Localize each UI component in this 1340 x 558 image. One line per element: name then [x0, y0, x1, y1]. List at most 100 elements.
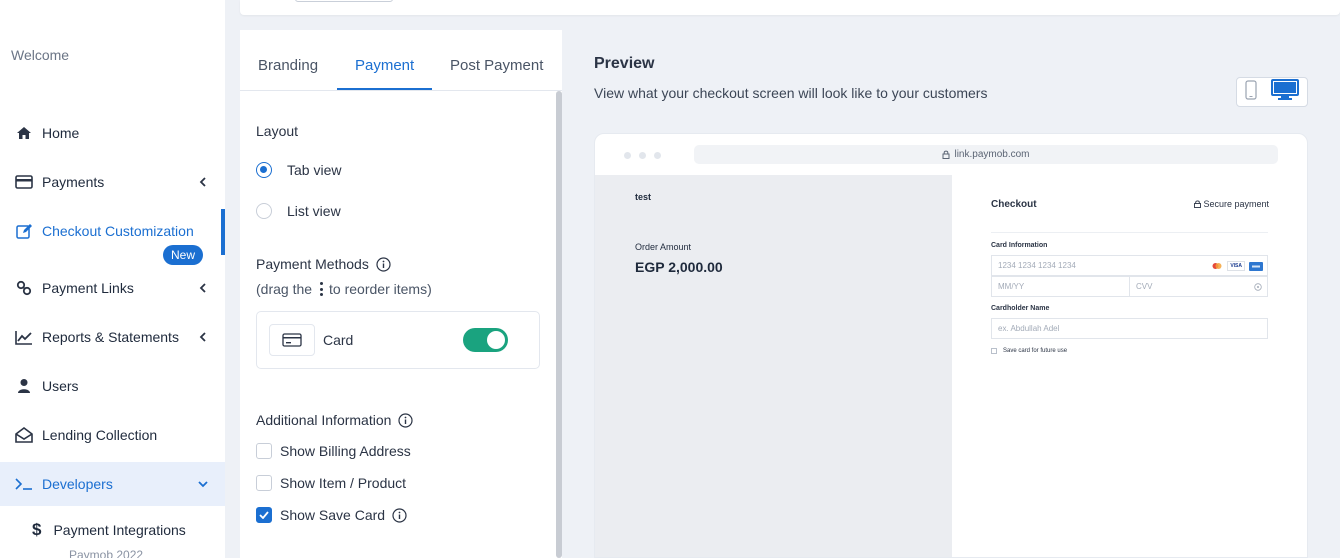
sidebar-item-developers[interactable]: Developers [0, 462, 225, 506]
tab-post-payment[interactable]: Post Payment [450, 57, 543, 74]
tab-active-indicator [337, 88, 432, 90]
card-toggle[interactable] [463, 328, 508, 352]
sidebar-item-home[interactable]: Home [0, 111, 225, 155]
preview-browser: link.paymob.com test Order Amount EGP 2,… [594, 133, 1308, 558]
checkbox-label: Show Save Card [280, 507, 386, 523]
checkbox-save-card[interactable] [256, 507, 272, 523]
chevron-left-icon[interactable] [197, 282, 209, 294]
layout-option-list-view[interactable]: List view [256, 203, 341, 219]
lock-icon [1194, 200, 1202, 208]
new-badge: New [163, 245, 204, 265]
link-icon [14, 278, 34, 298]
mastercard-icon [1212, 263, 1222, 269]
amex-icon [1249, 261, 1263, 271]
sidebar-item-reports-statements[interactable]: Reports & Statements [0, 315, 225, 359]
sidebar-item-label: Checkout Customization [42, 223, 194, 239]
cvv-input[interactable]: CVV [1129, 276, 1268, 297]
panel-scrollbar[interactable] [556, 91, 562, 558]
cardholder-name-input[interactable]: ex. Abdullah Adel [991, 318, 1268, 339]
sidebar-subitem-note: Paymob 2022 [69, 548, 144, 558]
save-card-option[interactable]: Save card for future use [991, 348, 1067, 354]
sidebar-item-payment-links[interactable]: Payment Links [0, 266, 225, 310]
radio-tab-view[interactable] [256, 162, 272, 178]
checkout-title: Checkout [991, 199, 1037, 210]
checkout-pane: Checkout Secure payment Card Information… [952, 175, 1307, 557]
sidebar-item-label: Home [42, 125, 80, 141]
checkout-divider [991, 232, 1268, 233]
sidebar-item-label: Lending Collection [42, 427, 158, 443]
url-bar: link.paymob.com [694, 145, 1278, 164]
chevron-left-icon[interactable] [197, 331, 209, 343]
card-number-placeholder: 1234 1234 1234 1234 [998, 261, 1076, 270]
mobile-icon[interactable] [1245, 79, 1257, 105]
window-dots [624, 152, 661, 159]
edit-icon [14, 221, 34, 241]
tab-payment[interactable]: Payment [355, 57, 414, 74]
tab-branding[interactable]: Branding [258, 57, 318, 74]
payment-methods-title: Payment Methods [256, 256, 391, 272]
url-text: link.paymob.com [954, 149, 1030, 160]
desktop-icon[interactable] [1271, 78, 1299, 106]
info-icon[interactable] [376, 256, 391, 272]
visa-icon: VISA [1227, 261, 1245, 271]
welcome-text: Welcome [11, 47, 70, 63]
card-information-label: Card Information [991, 242, 1048, 249]
credit-card-icon [14, 172, 34, 192]
radio-label: Tab view [287, 162, 342, 178]
layout-title-text: Layout [256, 123, 299, 139]
payment-methods-title-text: Payment Methods [256, 256, 369, 272]
drag-hint-after: to reorder items) [329, 281, 432, 297]
sidebar-item-users[interactable]: Users [0, 364, 225, 408]
drag-handle-icon [320, 282, 324, 296]
cvv-placeholder: CVV [1136, 282, 1153, 291]
info-icon[interactable] [398, 412, 414, 428]
info-icon[interactable] [392, 507, 407, 523]
settings-panel: Branding Payment Post Payment Layout Tab… [240, 30, 562, 558]
card-brand-icons: VISA [1211, 261, 1263, 271]
sidebar-item-payments[interactable]: Payments [0, 160, 225, 204]
sidebar-item-lending-collection[interactable]: Lending Collection [0, 413, 225, 457]
lock-icon [942, 150, 950, 159]
cardholder-name-placeholder: ex. Abdullah Adel [998, 324, 1060, 333]
preview-title: Preview [594, 55, 655, 72]
radio-list-view[interactable] [256, 203, 272, 219]
sidebar-item-label: Payments [42, 174, 105, 190]
save-card-checkbox[interactable] [991, 348, 997, 354]
sidebar-item-label: Developers [42, 476, 113, 492]
additional-info-title-text: Additional Information [256, 412, 392, 428]
credit-card-icon [269, 324, 315, 356]
order-amount-label: Order Amount [635, 242, 692, 252]
layout-title: Layout [256, 123, 298, 139]
sidebar-subitem-payment-integrations[interactable]: $ Payment Integrations [32, 520, 186, 540]
order-amount: EGP 2,000.00 [635, 259, 723, 275]
terminal-icon [14, 474, 34, 494]
chart-line-icon [14, 327, 34, 347]
drag-hint-before: (drag the [256, 281, 313, 297]
chevron-left-icon[interactable] [197, 176, 209, 188]
option-show-billing-address[interactable]: Show Billing Address [256, 443, 411, 459]
user-icon [14, 376, 34, 396]
merchant-name: test [635, 192, 652, 202]
radio-label: List view [287, 203, 341, 219]
sidebar-item-label: Users [42, 378, 79, 394]
preview-description: View what your checkout screen will look… [594, 85, 988, 101]
checkbox-billing-address[interactable] [256, 443, 272, 459]
sidebar-item-label: Payment Links [42, 280, 134, 296]
expiry-input[interactable]: MM/YY [991, 276, 1130, 297]
dollar-icon: $ [32, 520, 42, 539]
top-bar [240, 0, 1340, 15]
payment-method-label: Card [323, 332, 354, 348]
payment-method-card[interactable]: Card [256, 311, 540, 369]
checkbox-item-product[interactable] [256, 475, 272, 491]
sidebar: Welcome Home Payments Checkout Customiza… [0, 0, 225, 558]
order-summary-pane: test Order Amount EGP 2,000.00 [595, 175, 952, 557]
chevron-down-icon[interactable] [197, 478, 209, 490]
layout-option-tab-view[interactable]: Tab view [256, 162, 341, 178]
home-icon [14, 123, 34, 143]
option-show-item-product[interactable]: Show Item / Product [256, 475, 406, 491]
envelope-open-icon [14, 425, 34, 445]
card-number-input[interactable]: 1234 1234 1234 1234 VISA [991, 255, 1268, 276]
checkbox-label: Show Billing Address [280, 443, 411, 459]
option-show-save-card[interactable]: Show Save Card [256, 507, 407, 523]
top-bar-control[interactable] [295, 0, 393, 2]
